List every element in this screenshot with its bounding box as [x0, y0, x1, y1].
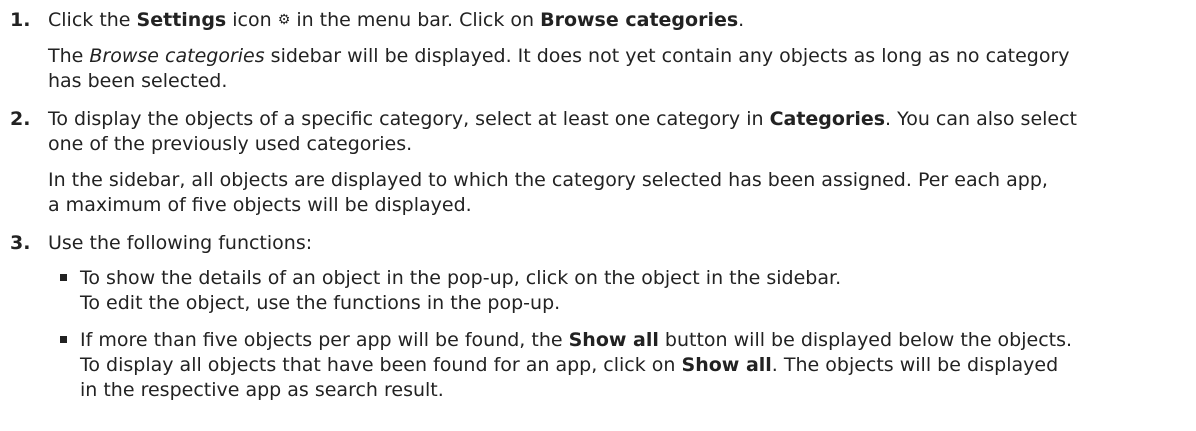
bullet-2-line-1: If more than five objects per app will b… [80, 329, 1073, 351]
step-2-instruction-line-2: one of the previously used categories. [48, 133, 413, 155]
instruction-list: 1. Click the Settings icon ⚙ in the menu… [0, 0, 1196, 431]
browse-categories-term: Browse categories [540, 9, 739, 31]
step-3-instruction: Use the following functions: [48, 232, 313, 254]
step-number: 3. [10, 232, 31, 254]
step-1-instruction: Click the Settings icon ⚙ in the menu ba… [48, 9, 745, 31]
step-2-instruction-line-1: To display the objects of a specific cat… [48, 108, 1078, 130]
step-1-result-line-1: The Browse categories sidebar will be di… [48, 45, 1070, 67]
step-2-result-line-2: a maximum of five objects will be displa… [48, 194, 472, 216]
bullet-2-line-2: To display all objects that have been fo… [80, 354, 1059, 376]
settings-gear-icon: ⚙ [277, 12, 291, 28]
bullet-marker [60, 336, 67, 343]
settings-term: Settings [136, 9, 227, 31]
bullet-2-line-3: in the respective app as search result. [80, 379, 444, 401]
step-1-result-line-2: has been selected. [48, 70, 228, 92]
bullet-1-line-1: To show the details of an object in the … [80, 267, 842, 289]
show-all-term: Show all [681, 354, 772, 376]
step-number: 2. [10, 108, 31, 130]
step-number: 1. [10, 9, 31, 31]
show-all-term: Show all [568, 329, 659, 351]
categories-term: Categories [769, 108, 886, 130]
bullet-1-line-2: To edit the object, use the functions in… [80, 292, 561, 314]
bullet-marker [60, 274, 67, 281]
step-2-result-line-1: In the sidebar, all objects are displaye… [48, 169, 1048, 191]
browse-categories-italic: Browse categories [89, 45, 265, 67]
